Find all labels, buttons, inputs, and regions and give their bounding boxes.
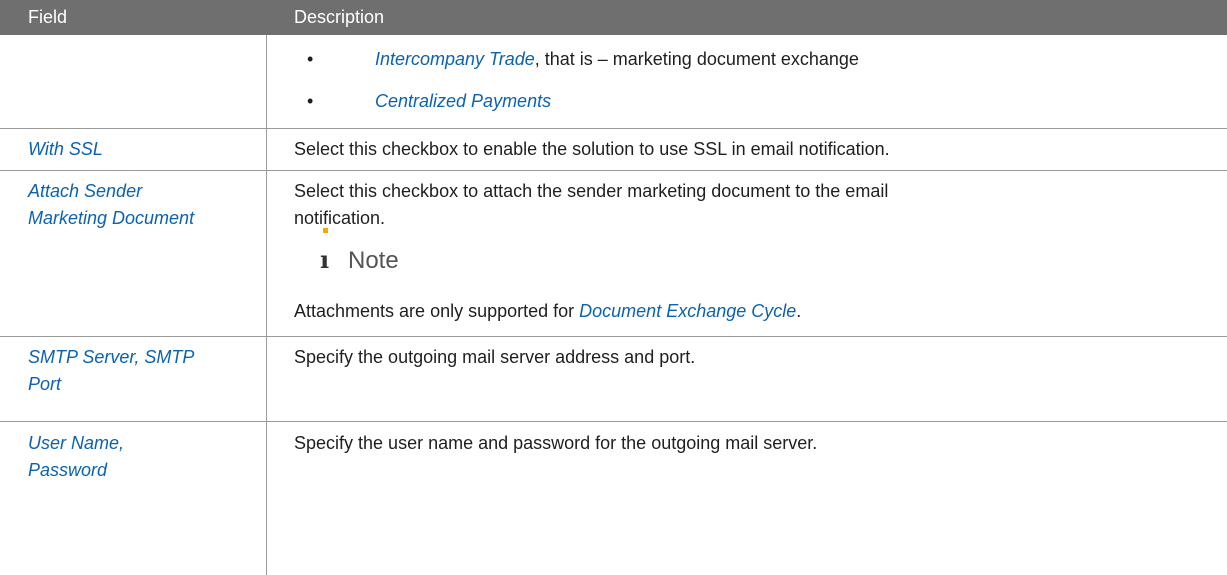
field-attach-sender[interactable]: Attach Sender Marketing Document	[28, 178, 258, 232]
centralized-payments-link[interactable]: Centralized Payments	[375, 91, 551, 111]
list-item: Intercompany Trade, that is – marketing …	[375, 46, 859, 73]
field-line: Password	[28, 460, 108, 480]
field-smtp[interactable]: SMTP Server, SMTP Port	[28, 344, 258, 398]
note-text: Attachments are only supported for Docum…	[294, 298, 1204, 325]
description-line: notification.	[294, 208, 386, 228]
note-text-before: Attachments are only supported for	[294, 301, 580, 321]
field-line: Port	[28, 374, 62, 394]
field-user-name[interactable]: User Name, Password	[28, 430, 258, 484]
bullet-icon: •	[307, 91, 314, 111]
description-with-ssl: Select this checkbox to enable the solut…	[294, 139, 890, 159]
intercompany-trade-link[interactable]: Intercompany Trade	[375, 49, 535, 69]
description-line: Select this checkbox to attach the sende…	[294, 181, 889, 201]
note-label: Note	[348, 247, 399, 274]
field-line: Attach Sender	[28, 181, 143, 201]
description-attach-sender: Select this checkbox to attach the sende…	[294, 178, 1204, 232]
field-with-ssl[interactable]: With SSL	[28, 136, 258, 163]
note-text-after: .	[796, 301, 802, 321]
header-description: Description	[294, 7, 385, 27]
list-item-text: , that is – marketing document exchange	[534, 49, 859, 69]
bullet-icon: •	[307, 49, 314, 69]
field-line: Marketing Document	[28, 208, 195, 228]
info-i-icon: ı	[320, 228, 334, 275]
list-item: Centralized Payments	[375, 88, 551, 115]
field-line: User Name,	[28, 433, 125, 453]
header-field: Field	[28, 7, 68, 27]
table-header: Field Description	[0, 0, 1227, 35]
note-callout: ı Note	[320, 228, 399, 275]
field-line: SMTP Server, SMTP	[28, 347, 195, 367]
field-description-table: Field Description • Intercompany Trade, …	[0, 0, 1227, 575]
description-user-name: Specify the user name and password for t…	[294, 433, 818, 453]
document-exchange-cycle-link[interactable]: Document Exchange Cycle	[579, 301, 796, 321]
description-smtp: Specify the outgoing mail server address…	[294, 347, 696, 367]
